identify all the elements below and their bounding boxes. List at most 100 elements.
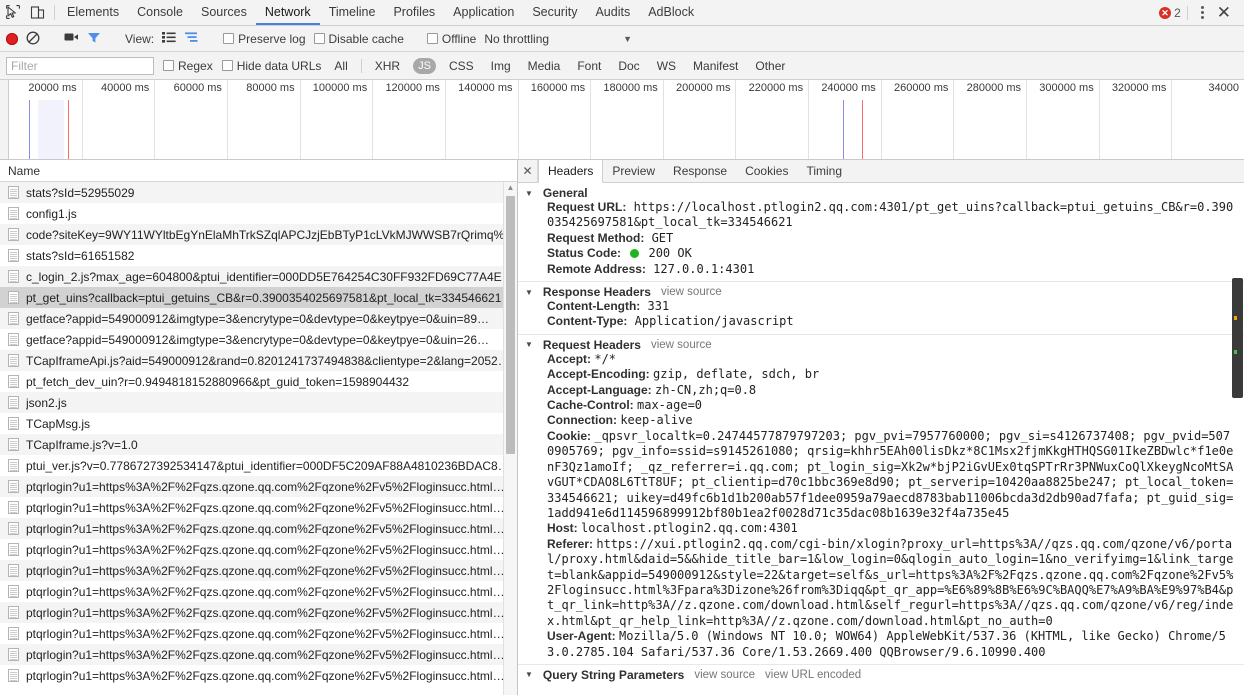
table-row[interactable]: TCapMsg.js [0, 413, 517, 434]
table-row[interactable]: ptqrlogin?u1=https%3A%2F%2Fqzs.qzone.qq.… [0, 497, 517, 518]
error-count-badge[interactable]: ✕ 2 [1159, 6, 1181, 20]
filter-type-img[interactable]: Img [487, 58, 515, 74]
filter-type-ws[interactable]: WS [653, 58, 680, 74]
table-row[interactable]: ptui_ver.js?v=0.7786727392534147&ptui_id… [0, 455, 517, 476]
tabbar-right-controls: ✕ 2 ✕ [1159, 0, 1244, 25]
section-request-headers-label: Request Headers [542, 337, 641, 352]
cursor-inspect-icon[interactable] [6, 5, 21, 20]
header-row: Accept: */* [518, 352, 1244, 367]
detail-close-icon[interactable]: ✕ [518, 160, 538, 182]
filter-type-js[interactable]: JS [413, 57, 436, 74]
header-name: Referer: [547, 536, 597, 551]
table-row[interactable]: stats?sId=52955029 [0, 182, 517, 203]
tab-network[interactable]: Network [255, 0, 320, 25]
table-row[interactable]: TCapIframeApi.js?aid=549000912&rand=0.82… [0, 350, 517, 371]
regex-checkbox[interactable]: Regex [163, 59, 213, 73]
tab-profiles[interactable]: Profiles [384, 0, 444, 25]
header-row: Accept-Language: zh-CN,zh;q=0.8 [518, 383, 1244, 398]
table-row[interactable]: ptqrlogin?u1=https%3A%2F%2Fqzs.qzone.qq.… [0, 623, 517, 644]
kebab-menu-icon[interactable] [1194, 6, 1208, 19]
table-row[interactable]: pt_fetch_dev_uin?r=0.9494818152880966&pt… [0, 371, 517, 392]
filter-type-media[interactable]: Media [524, 58, 565, 74]
request-list-scrollbar[interactable]: ▲ [503, 182, 517, 695]
clear-icon[interactable] [26, 31, 41, 46]
section-response-headers-title[interactable]: ▼ Response Headers view source [518, 285, 1244, 299]
offline-checkbox[interactable]: Offline [426, 32, 476, 46]
table-row[interactable]: getface?appid=549000912&imgtype=3&encryt… [0, 329, 517, 350]
table-row[interactable]: c_login_2.js?max_age=604800&ptui_identif… [0, 266, 517, 287]
table-row[interactable]: config1.js [0, 203, 517, 224]
close-icon[interactable]: ✕ [1212, 4, 1236, 21]
tab-console[interactable]: Console [128, 0, 192, 25]
header-value: GET [651, 230, 674, 245]
scrollbar-thumb[interactable] [506, 196, 515, 454]
request-name: ptqrlogin?u1=https%3A%2F%2Fqzs.qzone.qq.… [26, 479, 505, 494]
tab-security[interactable]: Security [523, 0, 586, 25]
filter-type-other[interactable]: Other [751, 58, 789, 74]
table-row[interactable]: ptqrlogin?u1=https%3A%2F%2Fqzs.qzone.qq.… [0, 560, 517, 581]
tab-timeline[interactable]: Timeline [320, 0, 385, 25]
view-url-encoded-link[interactable]: view URL encoded [765, 669, 861, 681]
table-row[interactable]: TCapIframe.js?v=1.0 [0, 434, 517, 455]
device-toolbar-icon[interactable] [30, 5, 45, 20]
filter-input[interactable] [6, 56, 154, 75]
filter-type-font[interactable]: Font [573, 58, 605, 74]
table-row[interactable]: code?siteKey=9WY11WYltbEgYnElaMhTrkSZqlA… [0, 224, 517, 245]
detail-tab-cookies[interactable]: Cookies [736, 160, 797, 182]
preserve-log-checkbox[interactable]: Preserve log [223, 32, 306, 46]
detail-tab-headers[interactable]: Headers [538, 160, 604, 183]
chevron-down-icon[interactable]: ▼ [623, 34, 632, 44]
table-row[interactable]: ptqrlogin?u1=https%3A%2F%2Fqzs.qzone.qq.… [0, 476, 517, 497]
table-row[interactable]: getface?appid=549000912&imgtype=3&encryt… [0, 308, 517, 329]
network-overview-timeline[interactable]: 20000 ms 40000 ms 60000 ms 80000 ms 100000 m… [0, 80, 1244, 160]
detail-tabs: ✕ Headers Preview Response Cookies Timin… [518, 160, 1244, 183]
overview-tick-label: 120000 ms [385, 82, 440, 94]
table-row[interactable]: ptqrlogin?u1=https%3A%2F%2Fqzs.qzone.qq.… [0, 539, 517, 560]
detail-tab-preview[interactable]: Preview [603, 160, 664, 182]
detail-tab-timing[interactable]: Timing [797, 160, 851, 182]
tab-elements[interactable]: Elements [58, 0, 128, 25]
detail-tab-response[interactable]: Response [664, 160, 736, 182]
table-row[interactable]: ptqrlogin?u1=https%3A%2F%2Fqzs.qzone.qq.… [0, 665, 517, 686]
disable-cache-checkbox[interactable]: Disable cache [313, 32, 404, 46]
tab-adblock[interactable]: AdBlock [639, 0, 703, 25]
column-header-name[interactable]: Name [0, 160, 517, 182]
table-row[interactable]: ptqrlogin?u1=https%3A%2F%2Fqzs.qzone.qq.… [0, 581, 517, 602]
table-row[interactable]: ptqrlogin?u1=https%3A%2F%2Fqzs.qzone.qq.… [0, 602, 517, 623]
overview-tick-label: 180000 ms [603, 82, 658, 94]
section-general-title[interactable]: ▼ General [518, 186, 1244, 200]
filter-type-doc[interactable]: Doc [614, 58, 643, 74]
script-file-icon [8, 459, 19, 472]
view-source-link[interactable]: view source [661, 286, 722, 298]
view-source-link[interactable]: view source [694, 669, 755, 681]
script-file-icon [8, 606, 19, 619]
tab-application[interactable]: Application [444, 0, 523, 25]
section-query-string-title[interactable]: ▼ Query String Parameters view source vi… [518, 668, 1244, 682]
throttling-select[interactable]: No throttling [484, 32, 549, 46]
filter-type-all[interactable]: All [330, 58, 351, 74]
section-request-headers-title[interactable]: ▼ Request Headers view source [518, 338, 1244, 352]
table-row[interactable]: stats?sId=61651582 [0, 245, 517, 266]
filter-type-xhr[interactable]: XHR [371, 58, 404, 74]
overview-tick-label: 240000 ms [821, 82, 876, 94]
detail-scrollbar-thumb[interactable] [1232, 278, 1243, 398]
tab-audits[interactable]: Audits [586, 0, 639, 25]
waterfall-view-icon[interactable] [185, 31, 200, 46]
table-row[interactable]: pt_get_uins?callback=ptui_getuins_CB&r=0… [0, 287, 517, 308]
view-source-link[interactable]: view source [651, 339, 712, 351]
table-row[interactable]: ptqrlogin?u1=https%3A%2F%2Fqzs.qzone.qq.… [0, 644, 517, 665]
filter-type-manifest[interactable]: Manifest [689, 58, 742, 74]
header-value: _qpsvr_localtk=0.24744577879797203; pgv_… [547, 428, 1234, 520]
header-value: 200 OK [648, 246, 692, 261]
funnel-icon[interactable] [87, 31, 102, 46]
table-row[interactable]: json2.js [0, 392, 517, 413]
network-body: Name stats?sId=52955029 config1.js code?si… [0, 160, 1244, 695]
list-view-icon[interactable] [162, 31, 177, 46]
filter-type-css[interactable]: CSS [445, 58, 478, 74]
camera-icon[interactable] [64, 31, 79, 46]
tab-sources[interactable]: Sources [192, 0, 256, 25]
record-button[interactable] [6, 32, 18, 45]
scroll-up-arrow-icon[interactable]: ▲ [504, 182, 517, 194]
table-row[interactable]: ptqrlogin?u1=https%3A%2F%2Fqzs.qzone.qq.… [0, 518, 517, 539]
hide-data-urls-checkbox[interactable]: Hide data URLs [221, 59, 321, 73]
